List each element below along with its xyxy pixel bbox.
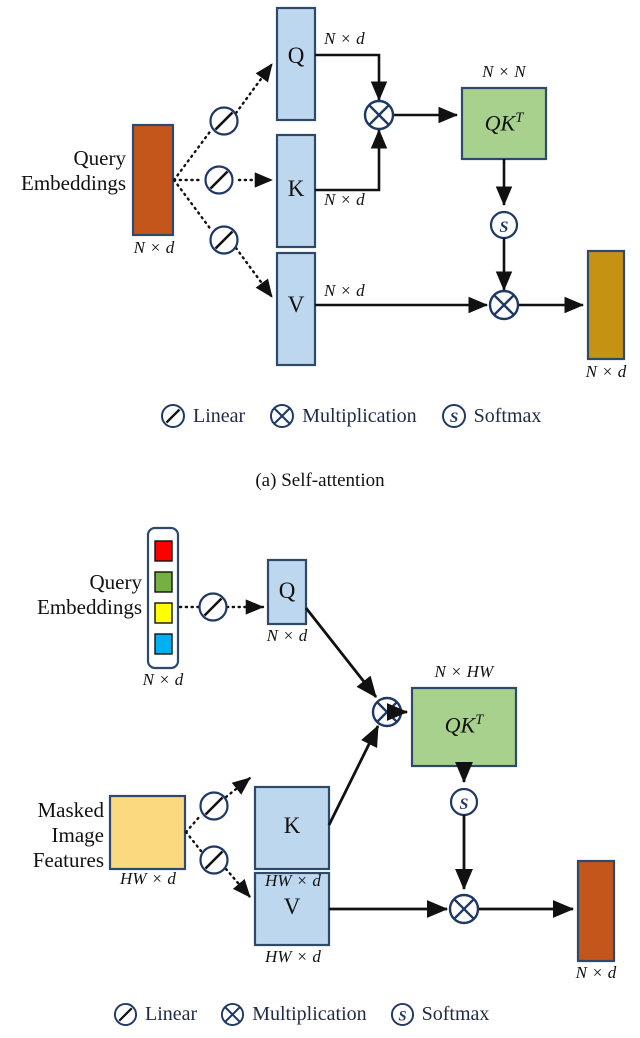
panel-b-output-box [576,859,616,963]
panel-a-input-label: Query Embeddings [8,146,126,196]
panel-a-q-to-mul-path [315,53,388,102]
panel-a-multiply-icon-1 [363,99,395,131]
panel-b-query-label-line2: Embeddings [37,594,142,619]
panel-b-q-dim: N × d [266,626,308,645]
panel-b-qkt-base: QK [444,712,476,738]
panel-b-v-label: V [283,894,301,919]
legend-item-softmax: S Softmax [441,403,542,429]
multiplication-icon [221,1002,245,1027]
panel-b-qkt-sup: T [475,712,484,728]
panel-b-masked-dotted [184,813,203,853]
panel-b-swatch-yellow [154,602,173,624]
legend-label-softmax-b: Softmax [421,1003,490,1025]
panel-b-q-label: Q [278,578,296,603]
panel-b-k-label: K [283,813,301,838]
panel-a-qkt-label: QKT [462,110,546,136]
softmax-icon: S [390,1002,414,1027]
panel-b-masked-label-line1: Masked [37,798,105,822]
legend-label-linear-b: Linear [145,1003,198,1025]
panel-a-k-dim: N × d [324,190,365,209]
panel-a-dotted-branches-out [234,62,274,299]
panel-a-k-label: K [287,176,305,201]
panel-a-q-label: Q [287,43,305,68]
panel-a-query-embeddings-box [131,123,175,237]
panel-b-softmax-icon: S [449,787,479,817]
svg-text:S: S [398,1008,406,1024]
panel-b-masked-label-line2: Image [51,822,104,847]
panel-a-output-box [586,249,626,361]
panel-a-qkt-dim: N × N [482,62,526,81]
panel-b-swatch-green [154,571,173,593]
panel-a-qkt-sup: T [515,110,524,126]
panel-a-caption: (a) Self-attention [255,470,385,491]
legend-item-linear-b: Linear [113,1002,197,1027]
svg-text:S: S [449,410,457,426]
panel-b-q-to-mul-arrow [304,607,378,698]
panel-b-multiply-icon-2 [448,893,480,925]
panel-b-output-dim: N × d [575,963,617,982]
panel-a-multiply-icon-2 [488,289,520,321]
panel-a-v-label: V [287,292,305,317]
panel-b-swatch-red [154,540,173,562]
legend-item-linear: Linear [160,403,245,429]
multiplication-icon [270,404,295,428]
panel-b-query-dim: N × d [142,670,184,689]
panel-a-output-dim: N × d [585,362,627,381]
panel-b-qkt-label: QKT [412,712,516,738]
panel-a-qkt-base: QK [484,110,516,136]
panel-b-multiply-icon-1 [371,696,403,728]
panel-b-query-label-line1: Query [89,570,142,594]
panel-b-query-label: Query Embeddings [6,570,142,620]
panel-a-k-to-mul-path [315,128,388,192]
panel-a-v-dim: N × d [324,281,365,300]
legend-panel-a: Linear Multiplication S Softmax [160,403,541,429]
legend-label-linear: Linear [193,404,246,427]
panel-b-masked-label: Masked Image Features [0,798,104,872]
panel-b-swatch-blue [154,633,173,655]
legend-panel-b: Linear Multiplication S Softmax [113,1002,489,1027]
panel-b-masked-dotted-out [224,776,252,899]
legend-label-softmax: Softmax [473,404,542,427]
panel-b-qkt-dim: N × HW [434,662,494,681]
panel-a-q-dim: N × d [324,29,365,48]
panel-b-k-to-mul-arrow [327,724,380,826]
legend-item-softmax-b: S Softmax [390,1002,490,1027]
panel-a-input-dim: N × d [133,238,175,257]
figure-canvas: S S Query Embeddings N × d Q K V N × d N… [0,0,640,1038]
legend-label-multiplication-b: Multiplication [252,1003,367,1025]
legend-label-multiplication: Multiplication [302,404,417,427]
panel-b-query-linear-icon [198,592,228,622]
legend-item-multiplication-b: Multiplication [220,1002,367,1027]
panel-b-masked-linear-icons [199,791,229,875]
panel-a-input-label-line2: Embeddings [21,170,126,195]
svg-text:S: S [460,796,469,813]
svg-text:S: S [500,219,509,236]
panel-b-masked-features-box [108,794,187,871]
panel-a-input-label-line1: Query [73,146,126,170]
softmax-icon: S [441,404,466,428]
linear-icon [161,404,185,428]
panel-b-masked-dim: HW × d [119,869,177,888]
panel-b-v-dim: HW × d [264,947,322,966]
panel-a-linear-icons [204,106,239,255]
panel-b-masked-label-line3: Features [32,847,104,872]
linear-icon [113,1002,138,1027]
panel-a-softmax-icon: S [489,210,519,240]
panel-b-k-dim: HW × d [264,871,322,890]
legend-item-multiplication: Multiplication [269,403,417,429]
